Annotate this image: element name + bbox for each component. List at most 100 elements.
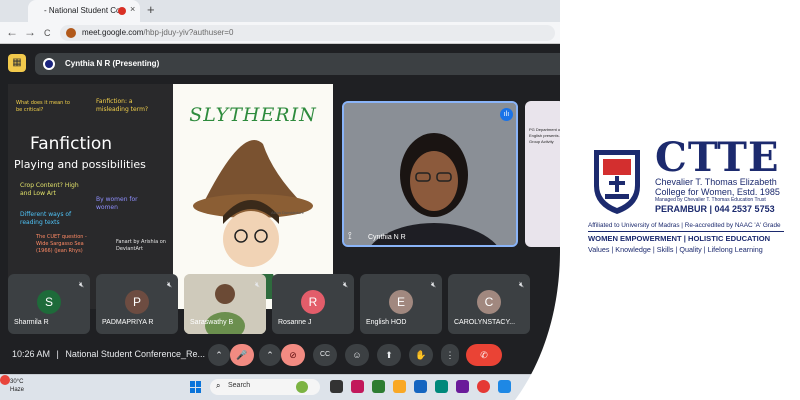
tab-title: - National Student Co xyxy=(44,6,121,15)
participant-tile[interactable]: S 🔇︎ Sharmila R xyxy=(8,274,90,334)
chrome-icon[interactable] xyxy=(477,380,490,393)
slide-question-1: What does it mean to be critical? xyxy=(16,100,70,113)
college-values: Values | Knowledge | Skills | Quality | … xyxy=(588,245,763,254)
mic-off-icon: 🔇︎ xyxy=(166,280,172,289)
camera-options-button[interactable]: ⌃ xyxy=(259,344,281,366)
avatar: S xyxy=(37,290,61,314)
address-bar: ← → C meet.google.com/hbp-jduy-yiv?authu… xyxy=(0,22,560,44)
avatar: P xyxy=(125,290,149,314)
college-name-line-1: Chevalier T. Thomas Elizabeth xyxy=(655,177,777,187)
photos-icon[interactable] xyxy=(456,380,469,393)
presenter-avatar xyxy=(43,58,55,70)
weather-condition: Haze xyxy=(10,387,25,393)
new-tab-button[interactable]: + xyxy=(147,2,155,17)
college-managed-by: Managed by Chevalier T. Thomas Education… xyxy=(655,197,766,203)
side-tile-text: PG Department of English presents... Gro… xyxy=(529,127,562,144)
url-host: meet.google.com xyxy=(82,28,144,37)
college-tagline: WOMEN EMPOWERMENT | HOLISTIC EDUCATION xyxy=(588,234,771,243)
college-logo-text: CTTE xyxy=(655,134,780,181)
forward-button[interactable]: → xyxy=(24,25,36,39)
file-explorer-icon[interactable] xyxy=(393,380,406,393)
presenter-label: Cynthia N R (Presenting) xyxy=(65,59,160,68)
participant-name: Saraswathy B xyxy=(190,319,234,326)
pin-icon[interactable]: ⟟ xyxy=(348,231,352,242)
slide-note-fanart: Fanart by Arishia on DeviantArt xyxy=(116,239,166,252)
browser-tab-bar: - National Student Co × + xyxy=(0,0,560,22)
participant-tile[interactable]: 🔇︎ Saraswathy B xyxy=(184,274,266,334)
mail-icon[interactable] xyxy=(414,380,427,393)
weather-badge-icon xyxy=(0,375,10,385)
college-affiliation: Affiliated to University of Madras | Re-… xyxy=(588,222,781,229)
mic-options-button[interactable]: ⌃ xyxy=(208,344,230,366)
site-info-icon[interactable] xyxy=(66,28,76,38)
start-icon[interactable] xyxy=(190,381,202,393)
captions-button[interactable]: CC xyxy=(313,344,337,366)
recording-icon xyxy=(118,7,126,15)
slide-note-women: By women for women xyxy=(96,196,138,211)
mic-off-icon: 🔇︎ xyxy=(518,280,524,289)
taskbar-search[interactable]: ⌕ Search xyxy=(210,379,320,395)
participant-name: PADMAPRIYA R xyxy=(102,319,154,326)
speaker-tile[interactable]: ılı ⟟ Cynthia N R xyxy=(342,101,518,247)
image-caption: Albus Dumbledore xyxy=(271,210,304,215)
emoji-button[interactable]: ☺ xyxy=(345,344,369,366)
slide-note-ways: Different ways of reading texts xyxy=(20,211,72,226)
slide-subtitle: Playing and possibilities xyxy=(14,158,146,171)
search-highlight-icon xyxy=(296,381,308,393)
slide-title: Fanfiction xyxy=(30,134,113,154)
logo-divider xyxy=(588,231,784,232)
weather-widget[interactable]: 30°C Haze xyxy=(10,378,24,394)
camera-toggle-button[interactable]: ⊘ xyxy=(281,344,305,366)
more-options-button[interactable]: ⋮ xyxy=(441,344,459,366)
participant-tile[interactable]: C 🔇︎ CAROLYNSTACY... xyxy=(448,274,530,334)
presenter-bar: Cynthia N R (Presenting) xyxy=(35,53,560,75)
weather-temp: 30°C xyxy=(10,379,24,385)
speaker-name: Cynthia N R xyxy=(368,234,406,241)
edge-icon[interactable] xyxy=(372,380,385,393)
mic-off-icon: 🔇︎ xyxy=(254,280,260,289)
side-presentation-tile[interactable]: PG Department of English presents... Gro… xyxy=(525,101,565,247)
url-path: /hbp-jduy-yiv?authuser=0 xyxy=(143,28,234,37)
meeting-name: National Student Conference_Re... xyxy=(65,349,205,359)
mic-off-icon: 🔇︎ xyxy=(430,280,436,289)
college-name-line-2: College for Women, Estd. 1985 xyxy=(655,187,780,197)
taskbar-search-label: Search xyxy=(228,382,251,389)
participant-tile[interactable]: R 🔇︎ Rosanne J xyxy=(272,274,354,334)
app-icon[interactable] xyxy=(498,380,511,393)
raise-hand-button[interactable]: ✋ xyxy=(409,344,433,366)
end-call-button[interactable]: ✆ xyxy=(466,344,502,366)
audio-level-icon: ılı xyxy=(500,108,513,121)
meeting-clock: 10:26 AM | National Student Conference_R… xyxy=(12,349,205,359)
avatar: R xyxy=(301,290,325,314)
participant-name: English HOD xyxy=(366,319,407,326)
reload-button[interactable]: C xyxy=(44,28,51,38)
slide-note-crop: Crop Content? High and Low Art xyxy=(20,182,79,197)
clock-time: 10:26 AM xyxy=(12,349,51,359)
slide-note-cuet: The CUET question - Wide Sargasso Sea (1… xyxy=(36,234,87,254)
avatar: C xyxy=(477,290,501,314)
close-tab-icon[interactable]: × xyxy=(130,4,135,14)
mic-off-icon: 🔇︎ xyxy=(78,280,84,289)
presentation-icon[interactable]: ▦ xyxy=(8,54,26,72)
participant-name: Sharmila R xyxy=(14,319,49,326)
meeting-controls: 10:26 AM | National Student Conference_R… xyxy=(0,340,560,374)
speaker-video xyxy=(344,103,518,247)
participant-name: Rosanne J xyxy=(278,319,312,326)
store-icon[interactable] xyxy=(435,380,448,393)
url-input[interactable]: meet.google.com/hbp-jduy-yiv?authuser=0 xyxy=(60,25,555,41)
college-crest-icon xyxy=(594,150,640,214)
clock-separator: | xyxy=(56,349,59,359)
present-button[interactable]: ⬆ xyxy=(377,344,401,366)
participant-tile[interactable]: E 🔇︎ English HOD xyxy=(360,274,442,334)
task-view-icon[interactable] xyxy=(330,380,343,393)
mic-toggle-button[interactable]: 🎤 xyxy=(230,344,254,366)
college-address: PERAMBUR | 044 2537 5753 xyxy=(655,204,775,214)
avatar: E xyxy=(389,290,413,314)
back-button[interactable]: ← xyxy=(6,25,18,39)
meet-stage: ▦ Cynthia N R (Presenting) What does it … xyxy=(0,44,560,374)
participant-tile[interactable]: P 🔇︎ PADMAPRIYA R xyxy=(96,274,178,334)
copilot-icon[interactable] xyxy=(351,380,364,393)
slide-question-2: Fanfiction: a misleading term? xyxy=(96,98,149,113)
search-icon: ⌕ xyxy=(216,381,221,390)
windows-taskbar: 30°C Haze ⌕ Search xyxy=(0,374,560,400)
